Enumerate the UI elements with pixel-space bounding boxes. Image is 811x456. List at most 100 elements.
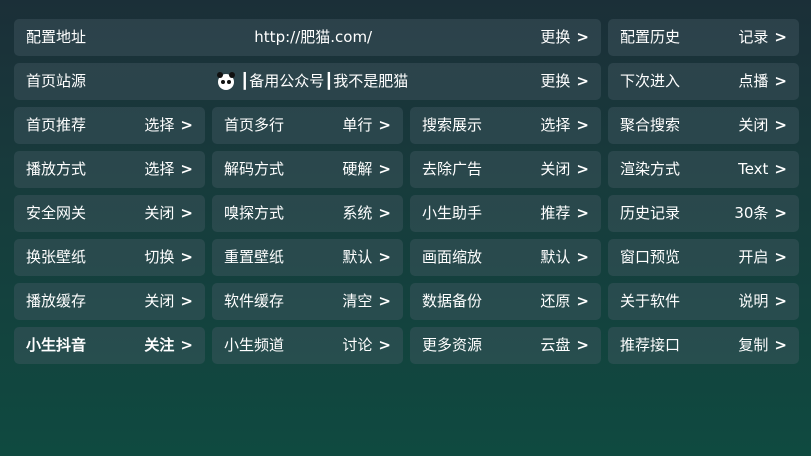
chevron-right-icon: > — [576, 28, 589, 46]
secure-gateway-button[interactable]: 安全网关 关闭 > — [14, 195, 205, 232]
setting-label: 更多资源 — [422, 336, 483, 354]
setting-label: 数据备份 — [422, 292, 483, 310]
home-source-button[interactable]: 首页站源 ┃备用公众号┃我不是肥猫 更换 > — [14, 63, 601, 100]
panda-icon — [217, 71, 236, 90]
chevron-right-icon: > — [180, 336, 193, 354]
setting-value: 系统 — [342, 204, 373, 222]
setting-value: 复制 — [738, 336, 769, 354]
setting-label: 解码方式 — [224, 160, 285, 178]
setting-label: 关于软件 — [620, 292, 681, 310]
setting-value: 推荐 — [540, 204, 571, 222]
setting-action: 30条 > — [734, 195, 787, 232]
setting-value: 30条 — [734, 204, 769, 222]
chevron-right-icon: > — [774, 292, 787, 310]
change-wallpaper-button[interactable]: 换张壁纸 切换 > — [14, 239, 205, 276]
setting-value: 还原 — [540, 292, 571, 310]
settings-row: 配置地址 http://肥猫.com/ 更换 > 配置历史 记录 > — [14, 19, 799, 56]
config-history-button[interactable]: 配置历史 记录 > — [608, 19, 799, 56]
setting-label: 小生抖音 — [26, 336, 87, 354]
playback-mode-button[interactable]: 播放方式 选择 > — [14, 151, 205, 188]
chevron-right-icon: > — [378, 292, 391, 310]
setting-value: 默认 — [540, 248, 571, 266]
setting-value: 关闭 — [144, 292, 175, 310]
setting-action: 选择 > — [540, 107, 589, 144]
aggregate-search-button[interactable]: 聚合搜索 关闭 > — [608, 107, 799, 144]
setting-label: 安全网关 — [26, 204, 87, 222]
config-history-value: 记录 — [738, 28, 769, 46]
setting-label: 小生频道 — [224, 336, 285, 354]
setting-label: 画面缩放 — [422, 248, 483, 266]
config-address-value: 更换 — [540, 28, 571, 46]
setting-value: 切换 — [144, 248, 175, 266]
setting-label: 首页多行 — [224, 116, 285, 134]
setting-action: 默认 > — [540, 239, 589, 276]
chevron-right-icon: > — [774, 248, 787, 266]
douyin-follow-button[interactable]: 小生抖音 关注 > — [14, 327, 205, 364]
home-source-name: ┃备用公众号┃我不是肥猫 — [240, 72, 409, 90]
picture-scale-button[interactable]: 画面缩放 默认 > — [410, 239, 601, 276]
settings-row: 首页站源 ┃备用公众号┃我不是肥猫 更换 > 下次进入 点播 > — [14, 63, 799, 100]
setting-value: 关注 — [144, 336, 175, 354]
setting-action: 关闭 > — [144, 195, 193, 232]
setting-label: 首页推荐 — [26, 116, 87, 134]
chevron-right-icon: > — [576, 116, 589, 134]
setting-label: 推荐接口 — [620, 336, 681, 354]
chevron-right-icon: > — [774, 204, 787, 222]
setting-label: 播放方式 — [26, 160, 87, 178]
chevron-right-icon: > — [378, 248, 391, 266]
setting-label: 重置壁纸 — [224, 248, 285, 266]
about-app-button[interactable]: 关于软件 说明 > — [608, 283, 799, 320]
decode-mode-button[interactable]: 解码方式 硬解 > — [212, 151, 403, 188]
setting-value: 云盘 — [540, 336, 571, 354]
chevron-right-icon: > — [774, 336, 787, 354]
data-backup-button[interactable]: 数据备份 还原 > — [410, 283, 601, 320]
next-entry-action: 点播 > — [738, 63, 787, 100]
render-mode-button[interactable]: 渲染方式 Text > — [608, 151, 799, 188]
chevron-right-icon: > — [180, 248, 193, 266]
chevron-right-icon: > — [576, 292, 589, 310]
setting-action: 云盘 > — [540, 327, 589, 364]
setting-value: 选择 — [144, 160, 175, 178]
chevron-right-icon: > — [180, 204, 193, 222]
chevron-right-icon: > — [774, 72, 787, 90]
remove-ads-button[interactable]: 去除广告 关闭 > — [410, 151, 601, 188]
setting-action: Text > — [738, 151, 787, 188]
home-recommend-button[interactable]: 首页推荐 选择 > — [14, 107, 205, 144]
setting-value: 关闭 — [738, 116, 769, 134]
setting-action: 切换 > — [144, 239, 193, 276]
setting-label: 聚合搜索 — [620, 116, 681, 134]
setting-action: 说明 > — [738, 283, 787, 320]
setting-label: 窗口预览 — [620, 248, 681, 266]
config-address-url: http://肥猫.com/ — [254, 28, 373, 46]
setting-action: 关闭 > — [738, 107, 787, 144]
next-entry-button[interactable]: 下次进入 点播 > — [608, 63, 799, 100]
chevron-right-icon: > — [576, 336, 589, 354]
app-cache-button[interactable]: 软件缓存 清空 > — [212, 283, 403, 320]
recommend-api-button[interactable]: 推荐接口 复制 > — [608, 327, 799, 364]
setting-label: 小生助手 — [422, 204, 483, 222]
search-display-button[interactable]: 搜索展示 选择 > — [410, 107, 601, 144]
sniff-mode-button[interactable]: 嗅探方式 系统 > — [212, 195, 403, 232]
home-multirow-button[interactable]: 首页多行 单行 > — [212, 107, 403, 144]
settings-row: 安全网关 关闭 > 嗅探方式 系统 > 小生助手 推荐 > 历史记录 30条 > — [14, 195, 799, 232]
config-history-action: 记录 > — [738, 19, 787, 56]
setting-action: 清空 > — [342, 283, 391, 320]
config-address-button[interactable]: 配置地址 http://肥猫.com/ 更换 > — [14, 19, 601, 56]
reset-wallpaper-button[interactable]: 重置壁纸 默认 > — [212, 239, 403, 276]
history-records-button[interactable]: 历史记录 30条 > — [608, 195, 799, 232]
window-preview-button[interactable]: 窗口预览 开启 > — [608, 239, 799, 276]
playback-cache-button[interactable]: 播放缓存 关闭 > — [14, 283, 205, 320]
chevron-right-icon: > — [774, 160, 787, 178]
next-entry-value: 点播 — [738, 72, 769, 90]
more-resources-button[interactable]: 更多资源 云盘 > — [410, 327, 601, 364]
config-address-action: 更换 > — [540, 19, 589, 56]
setting-value: 选择 — [144, 116, 175, 134]
setting-action: 关闭 > — [144, 283, 193, 320]
channel-discuss-button[interactable]: 小生频道 讨论 > — [212, 327, 403, 364]
setting-label: 换张壁纸 — [26, 248, 87, 266]
setting-action: 推荐 > — [540, 195, 589, 232]
setting-value: 清空 — [342, 292, 373, 310]
home-source-label: 首页站源 — [26, 72, 87, 90]
setting-value: 关闭 — [540, 160, 571, 178]
assistant-button[interactable]: 小生助手 推荐 > — [410, 195, 601, 232]
